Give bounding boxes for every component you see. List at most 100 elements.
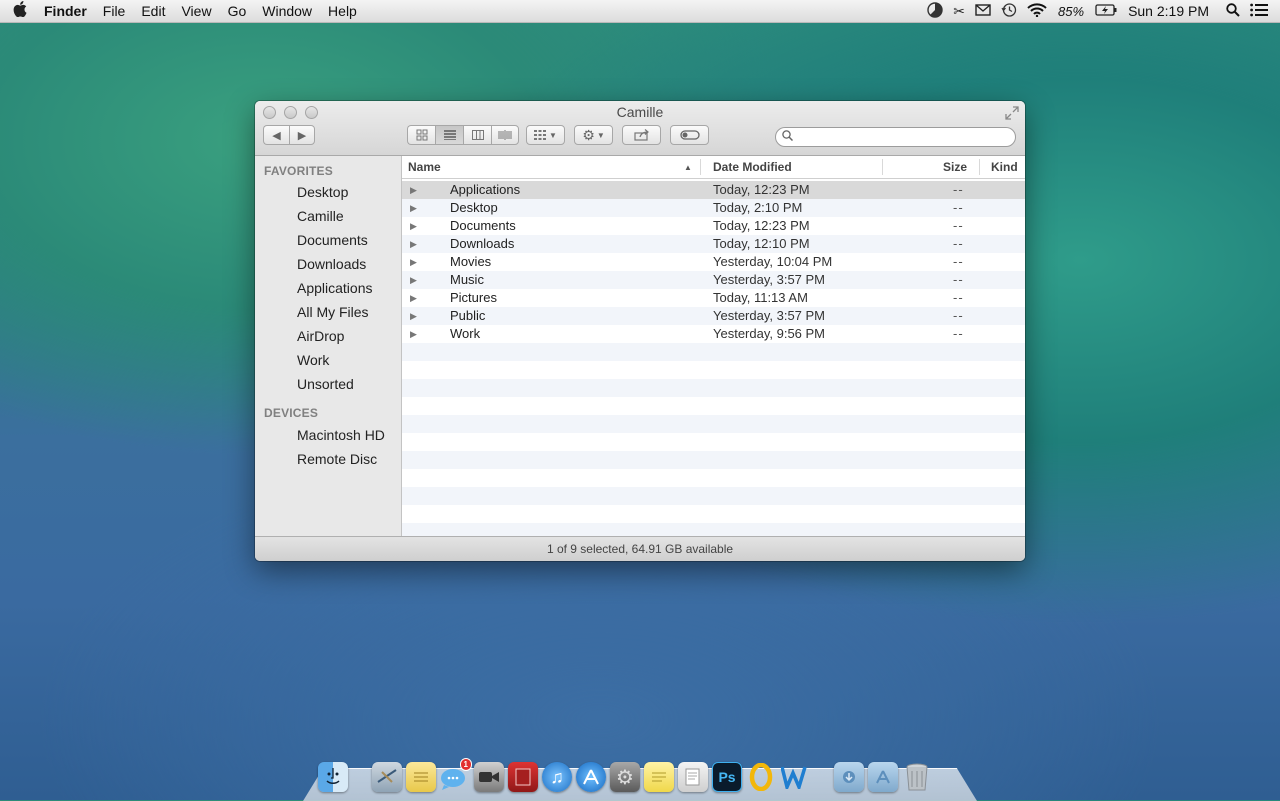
table-row[interactable]: ▶ Music Yesterday, 3:57 PM -- [402, 271, 1025, 289]
sidebar-item-camille[interactable]: Camille [255, 204, 401, 228]
finder-dock-icon[interactable] [318, 762, 348, 792]
arrange-button[interactable]: ▼ [526, 125, 565, 145]
outlook-dock-icon[interactable] [746, 762, 776, 792]
disclosure-triangle-icon[interactable]: ▶ [410, 235, 417, 253]
disclosure-triangle-icon[interactable]: ▶ [410, 271, 417, 289]
menu-window[interactable]: Window [254, 0, 320, 22]
dock: 1 ♫ ⚙ Ps [318, 756, 932, 792]
sort-ascending-icon: ▲ [684, 163, 692, 172]
column-header-size[interactable]: Size [943, 160, 967, 174]
menu-view[interactable]: View [173, 0, 219, 22]
back-button[interactable]: ◀ [263, 125, 289, 145]
spotlight-icon[interactable] [1221, 2, 1245, 20]
messages-dock-icon[interactable]: 1 [440, 758, 472, 792]
table-row[interactable]: ▶ Downloads Today, 12:10 PM -- [402, 235, 1025, 253]
pie-chart-icon[interactable] [922, 1, 948, 21]
action-button[interactable]: ⚙ ▼ [574, 125, 613, 145]
status-bar: 1 of 9 selected, 64.91 GB available [255, 536, 1025, 561]
file-date: Today, 2:10 PM [713, 200, 803, 215]
table-row[interactable]: ▶ Documents Today, 12:23 PM -- [402, 217, 1025, 235]
applications-folder-dock-icon[interactable] [868, 762, 898, 792]
cover-flow-button[interactable] [491, 125, 519, 145]
table-row[interactable]: ▶ Desktop Today, 2:10 PM -- [402, 199, 1025, 217]
notification-center-icon[interactable] [1245, 3, 1280, 20]
sidebar-item-unsorted[interactable]: Unsorted [255, 372, 401, 396]
table-row[interactable]: ▶ Public Yesterday, 3:57 PM -- [402, 307, 1025, 325]
photo-booth-dock-icon[interactable] [508, 762, 538, 792]
menu-edit[interactable]: Edit [133, 0, 173, 22]
search-input[interactable] [797, 129, 1001, 145]
share-button[interactable] [622, 125, 661, 145]
scissors-icon[interactable]: ✂ [948, 3, 970, 20]
cover-flow-icon [498, 130, 512, 140]
music-note-icon: ♫ [550, 766, 564, 787]
disclosure-triangle-icon[interactable]: ▶ [410, 325, 417, 343]
sidebar-item-downloads[interactable]: Downloads [255, 252, 401, 276]
menu-help[interactable]: Help [320, 0, 365, 22]
menu-file[interactable]: File [95, 0, 134, 22]
finder-window: Camille ◀ ▶ ▼ ⚙ ▼ FAVORITES Desktop Cami… [255, 101, 1025, 561]
sidebar-item-macintosh-hd[interactable]: Macintosh HD [255, 423, 401, 447]
forward-button[interactable]: ▶ [289, 125, 315, 145]
preview-dock-icon[interactable] [678, 762, 708, 792]
column-header-kind[interactable]: Kind [991, 160, 1018, 174]
share-icon [633, 129, 649, 141]
battery-percent[interactable]: 85% [1052, 4, 1090, 19]
list-view-button[interactable] [435, 125, 463, 145]
menu-finder[interactable]: Finder [40, 0, 95, 22]
empty-row [402, 487, 1025, 505]
system-preferences-dock-icon[interactable]: ⚙ [610, 762, 640, 792]
battery-icon[interactable] [1090, 3, 1122, 19]
chevron-right-icon: ▶ [297, 129, 307, 142]
messages-badge: 1 [459, 758, 472, 771]
disclosure-triangle-icon[interactable]: ▶ [410, 181, 417, 199]
apple-menu-icon[interactable] [0, 0, 40, 22]
disclosure-triangle-icon[interactable]: ▶ [410, 253, 417, 271]
tags-button[interactable] [670, 125, 709, 145]
photoshop-dock-icon[interactable]: Ps [712, 762, 742, 792]
arrange-menu: ▼ [526, 125, 565, 146]
empty-row [402, 505, 1025, 523]
table-row[interactable]: ▶ Pictures Today, 11:13 AM -- [402, 289, 1025, 307]
time-machine-icon[interactable] [996, 2, 1022, 21]
sidebar-item-work[interactable]: Work [255, 348, 401, 372]
disclosure-triangle-icon[interactable]: ▶ [410, 217, 417, 235]
column-header-date[interactable]: Date Modified [713, 160, 792, 174]
sidebar-item-remote-disc[interactable]: Remote Disc [255, 447, 401, 471]
tag-icon [679, 130, 700, 140]
icon-view-button[interactable] [407, 125, 435, 145]
column-header-name[interactable]: Name [408, 160, 441, 174]
sidebar-item-documents[interactable]: Documents [255, 228, 401, 252]
facetime-dock-icon[interactable] [474, 762, 504, 792]
stickies-dock-icon[interactable] [644, 762, 674, 792]
column-view-button[interactable] [463, 125, 491, 145]
sidebar-item-airdrop[interactable]: AirDrop [255, 324, 401, 348]
itunes-dock-icon[interactable]: ♫ [542, 762, 572, 792]
window-title: Camille [616, 104, 664, 120]
file-name: Applications [450, 182, 521, 197]
disclosure-triangle-icon[interactable]: ▶ [410, 289, 417, 307]
file-size: -- [953, 218, 964, 233]
downloads-folder-dock-icon[interactable] [834, 762, 864, 792]
search-field[interactable] [775, 127, 1016, 147]
sidebar-item-all-my-files[interactable]: All My Files [255, 300, 401, 324]
menu-go[interactable]: Go [220, 0, 255, 22]
fullscreen-icon[interactable] [1005, 106, 1019, 123]
sidebar-item-applications[interactable]: Applications [255, 276, 401, 300]
word-dock-icon[interactable] [780, 762, 810, 792]
table-row[interactable]: ▶ Movies Yesterday, 10:04 PM -- [402, 253, 1025, 271]
file-name: Work [450, 326, 481, 341]
wifi-icon[interactable] [1022, 2, 1052, 20]
disclosure-triangle-icon[interactable]: ▶ [410, 199, 417, 217]
notes-dock-icon[interactable] [406, 762, 436, 792]
file-date: Yesterday, 9:56 PM [713, 326, 826, 341]
trash-dock-icon[interactable] [902, 762, 932, 792]
mail-icon[interactable] [970, 3, 996, 19]
clock[interactable]: Sun 2:19 PM [1122, 3, 1221, 19]
table-row[interactable]: ▶ Work Yesterday, 9:56 PM -- [402, 325, 1025, 343]
table-row[interactable]: ▶ Applications Today, 12:23 PM -- [402, 181, 1025, 199]
app-store-dock-icon[interactable] [576, 762, 606, 792]
disclosure-triangle-icon[interactable]: ▶ [410, 307, 417, 325]
sidebar-item-desktop[interactable]: Desktop [255, 180, 401, 204]
mail-dock-icon[interactable] [372, 762, 402, 792]
